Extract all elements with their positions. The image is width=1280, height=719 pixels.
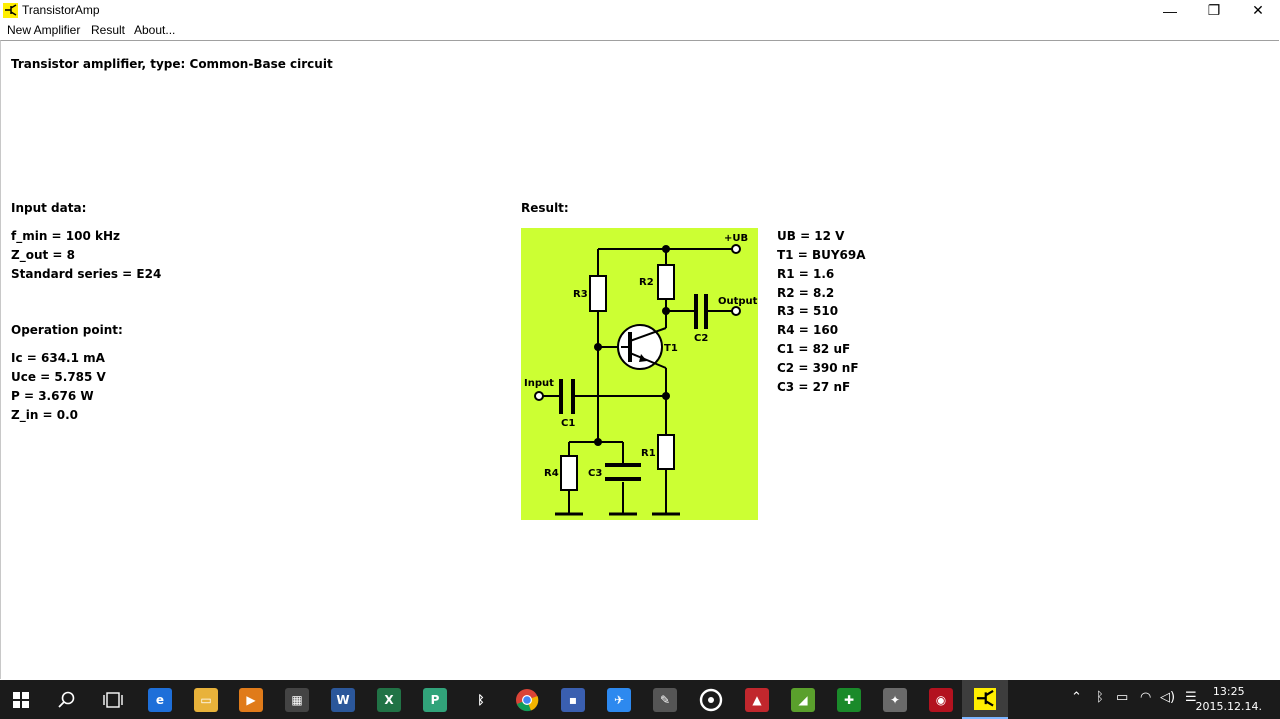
result-heading: Result: [521,201,569,215]
tray-volume-icon[interactable]: ◁) [1160,690,1175,705]
publisher-icon[interactable]: P [423,688,447,712]
minimize-button[interactable]: — [1148,0,1192,21]
menu-new-amplifier[interactable]: New Amplifier [7,23,80,37]
app-icon-tool[interactable]: ✎ [653,688,677,712]
taskbar-clock[interactable]: 13:25 2015.12.14. [1196,684,1262,714]
terminal-symbols [534,244,741,401]
page-title: Transistor amplifier, type: Common-Base … [11,57,333,71]
tray-battery-icon[interactable]: ▭ [1116,690,1128,705]
result-line: C1 = 82 uF [777,342,851,356]
result-line: UB = 12 V [777,229,845,243]
label-r2: R2 [639,277,654,288]
schematic-drawing: +UB Output Input R3 R2 R1 R4 C2 C1 C3 T1 [524,233,758,516]
input-line: Standard series = E24 [11,267,162,281]
result-line: R4 = 160 [777,323,839,337]
label-c1: C1 [561,418,575,429]
restore-icon: ❐ [1207,2,1221,18]
close-button[interactable]: ✕ [1236,0,1280,21]
label-ub: +UB [724,233,748,244]
input-line: f_min = 100 kHz [11,229,121,243]
taskbar: e ▭ ▶ ▦ W X P ᛒ ▪ ✈ ✎ ▲ ◢ ✚ ✦ ◉ ⌃ ᛒ ▭ ◠ … [0,680,1280,719]
calculator-icon[interactable]: ▦ [285,688,309,712]
op-line: P = 3.676 W [11,389,94,403]
excel-icon[interactable]: X [377,688,401,712]
bluetooth-icon[interactable]: ᛒ [469,688,493,712]
result-line: T1 = BUY69A [777,248,866,262]
app-icon [3,3,18,18]
app-icon-red[interactable]: ◉ [929,688,953,712]
op-line: Ic = 634.1 mA [11,351,105,365]
app-icon-paint[interactable]: ✦ [883,688,907,712]
active-app-highlight[interactable] [962,680,1008,719]
menu-about[interactable]: About... [134,23,175,37]
label-c2: C2 [694,333,708,344]
result-line: C3 = 27 nF [777,380,851,394]
media-player-icon[interactable]: ▶ [239,688,263,712]
tray-bluetooth-icon[interactable]: ᛒ [1096,690,1104,705]
save-disk-icon[interactable]: ▪ [561,688,585,712]
close-icon: ✕ [1252,2,1264,18]
op-line: Z_in = 0.0 [11,408,79,422]
windows-start-icon[interactable] [13,692,29,708]
result-line: R1 = 1.6 [777,267,835,281]
circuit-schematic: +UB Output Input R3 R2 R1 R4 C2 C1 C3 T1 [521,228,758,520]
minimize-icon: — [1163,2,1177,19]
result-line: C2 = 390 nF [777,361,859,375]
clock-date: 2015.12.14. [1195,700,1262,713]
autocad-icon[interactable]: ▲ [745,688,769,712]
clock-time: 13:25 [1212,685,1245,698]
menu-bar: New Amplifier Result About... [0,21,1280,40]
restore-button[interactable]: ❐ [1192,0,1236,21]
transistoramp-taskbar-icon [974,688,996,710]
tray-wifi-icon[interactable]: ◠ [1140,690,1151,705]
label-c3: C3 [588,468,602,479]
result-line: R3 = 510 [777,304,839,318]
edge-browser-icon[interactable]: e [148,688,172,712]
file-explorer-icon[interactable]: ▭ [194,688,218,712]
label-r3: R3 [573,289,588,300]
label-t1: T1 [664,343,678,354]
label-input: Input [524,378,554,389]
tray-chevron-up-icon[interactable]: ⌃ [1071,690,1082,705]
capacitor-symbols [559,294,708,481]
title-bar: TransistorAmp — ❐ ✕ [0,0,1280,21]
menu-result[interactable]: Result [91,23,125,37]
app-icon-node[interactable]: ✚ [837,688,861,712]
circle-app-icon[interactable] [699,688,723,712]
transistor-symbol [617,324,667,370]
window-title: TransistorAmp [22,3,100,17]
operation-point-heading: Operation point: [11,323,123,337]
label-output: Output [718,296,758,307]
chrome-icon[interactable] [515,688,539,712]
input-data-heading: Input data: [11,201,87,215]
input-line: Z_out = 8 [11,248,75,262]
search-icon[interactable] [58,691,76,709]
op-line: Uce = 5.785 V [11,370,106,384]
label-r4: R4 [544,468,559,479]
app-icon-blue[interactable]: ✈ [607,688,631,712]
app-icon-green[interactable]: ◢ [791,688,815,712]
label-r1: R1 [641,448,656,459]
result-line: R2 = 8.2 [777,286,835,300]
word-icon[interactable]: W [331,688,355,712]
task-view-icon[interactable] [103,692,123,708]
